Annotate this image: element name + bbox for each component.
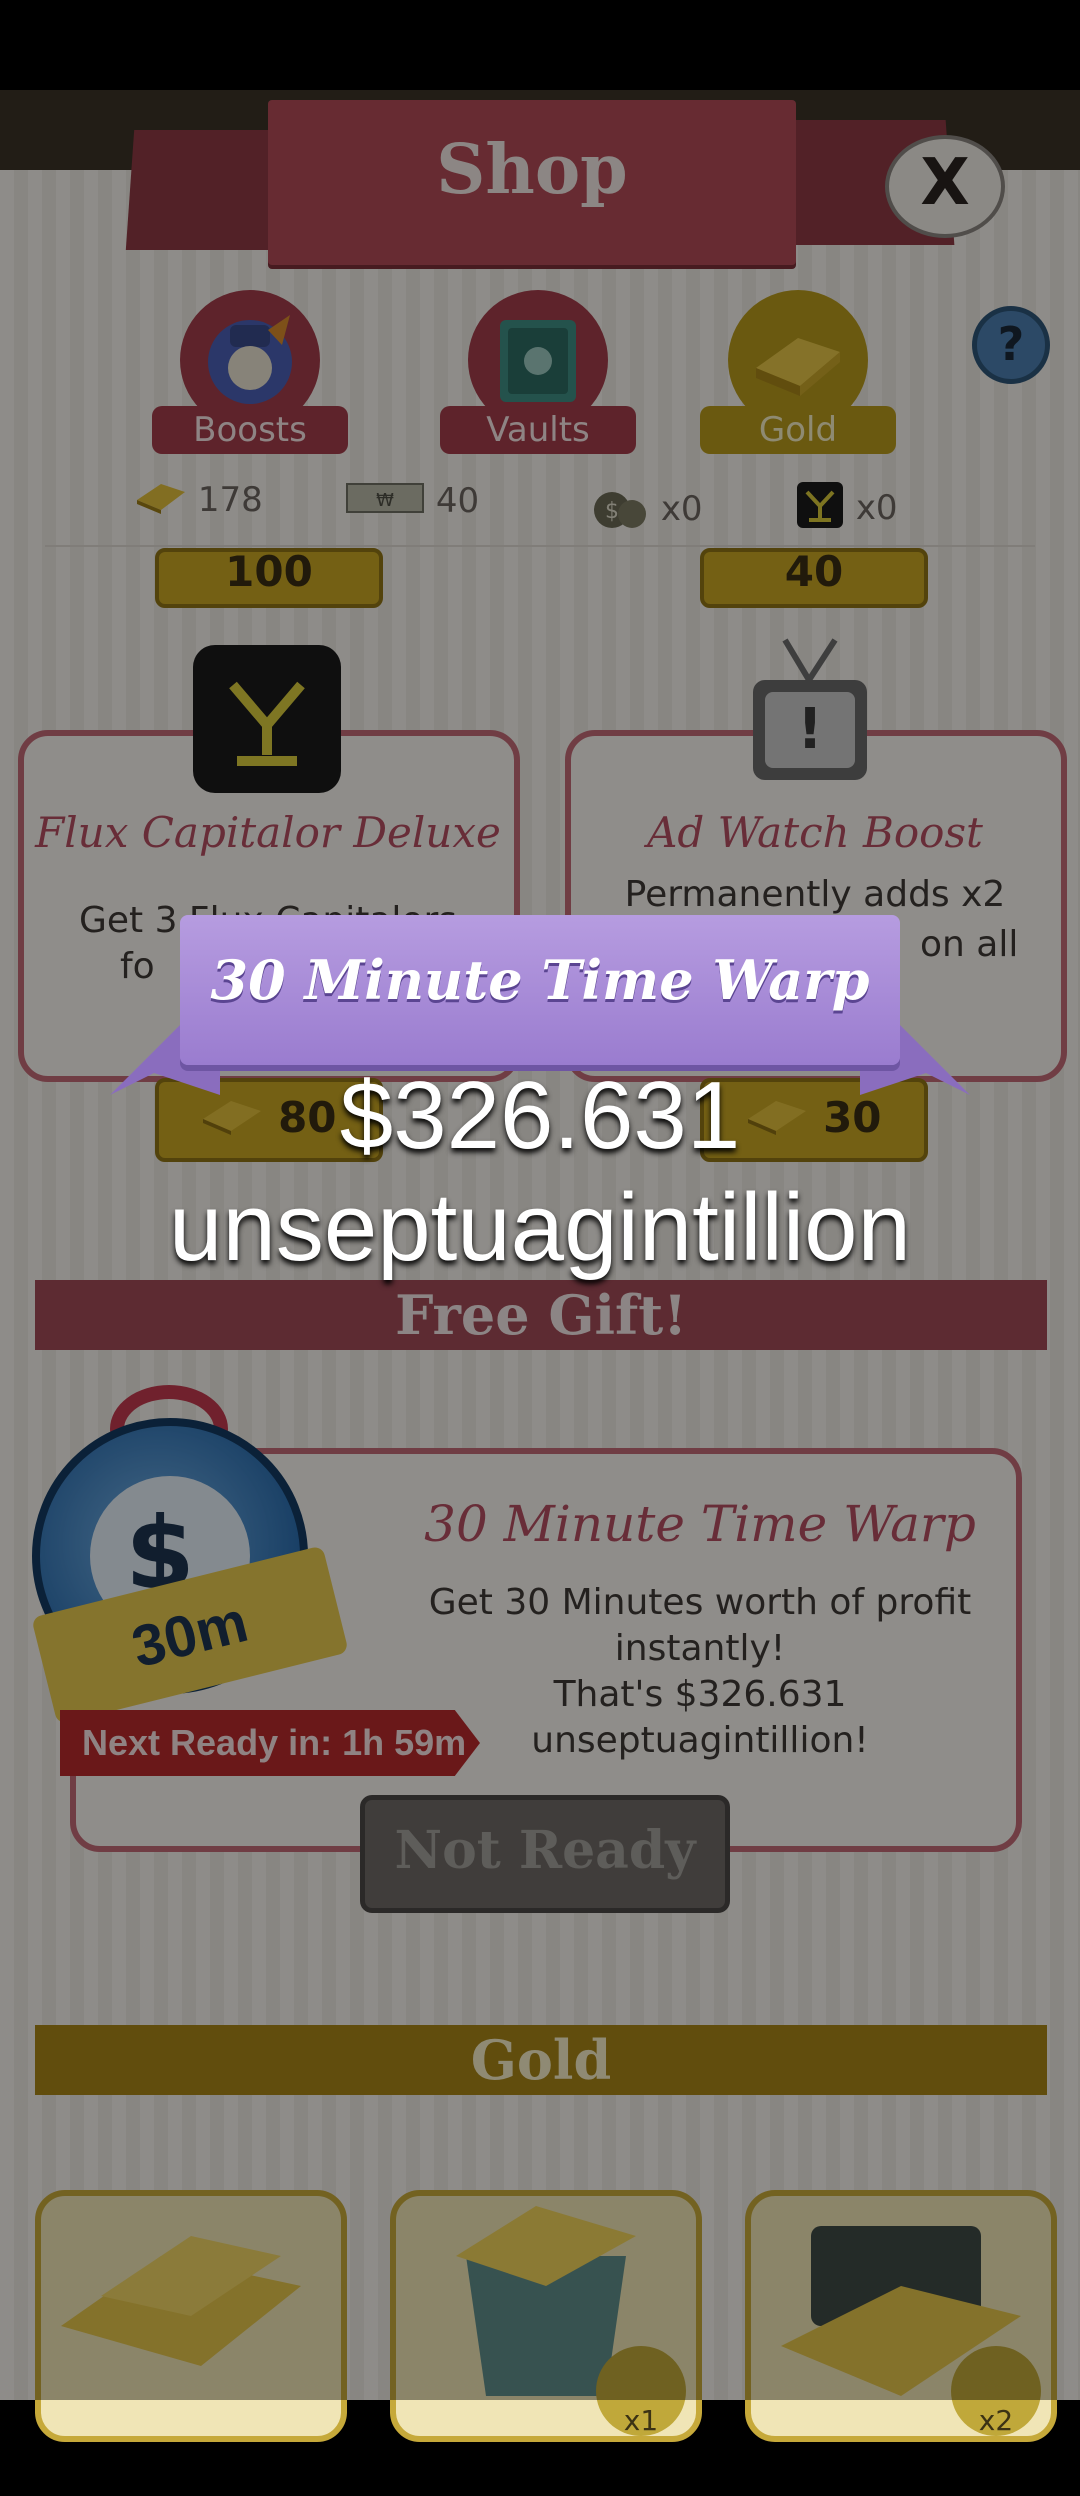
popup-amount-line2: unseptuagintillion <box>169 1174 911 1281</box>
popup-amount-line1: $326.631 <box>339 1062 741 1169</box>
popup-title: 30 Minute Time Warp <box>210 948 870 1012</box>
popup-amount: $326.631 unseptuagintillion <box>0 1060 1080 1284</box>
